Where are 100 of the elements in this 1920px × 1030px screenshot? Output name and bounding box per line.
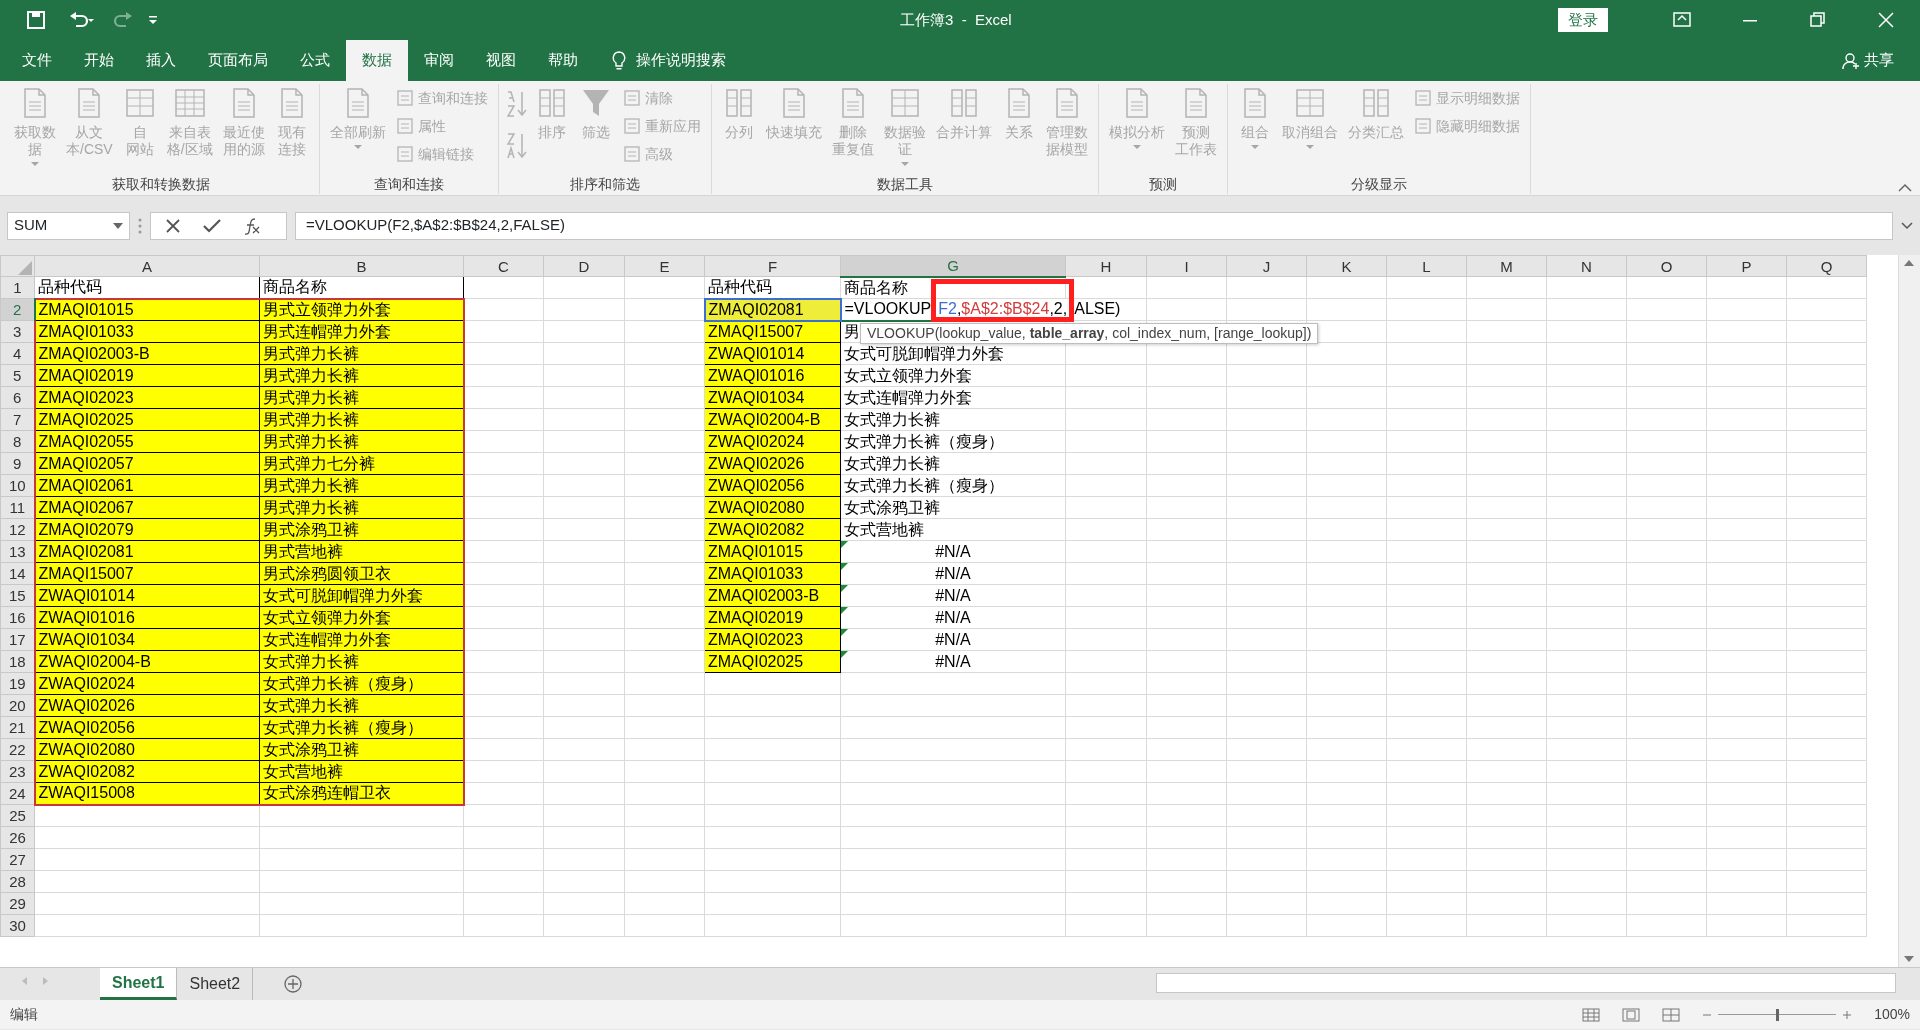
restore-icon[interactable] — [1808, 10, 1828, 30]
row-header[interactable]: 30 — [0, 914, 35, 937]
name-box[interactable]: SUM — [7, 211, 130, 240]
table-cell: ZWAQI01014 — [704, 342, 841, 365]
table-cell: #N/A — [840, 606, 1066, 629]
menu-tab[interactable]: 视图 — [470, 40, 532, 81]
menu-tab[interactable]: 公式 — [284, 40, 346, 81]
column-header[interactable]: I — [1146, 255, 1227, 277]
tell-me-search[interactable]: 操作说明搜索 — [636, 49, 726, 72]
menu-tab[interactable]: 文件 — [6, 40, 68, 81]
row-header[interactable]: 9 — [0, 452, 35, 475]
share-button[interactable]: 共享 — [1864, 49, 1894, 72]
table-cell: 女式连帽弹力外套 — [259, 628, 464, 651]
table-cell: ZMAQI02025 — [704, 650, 841, 673]
sheet-tab[interactable]: Sheet1 — [100, 968, 178, 1000]
error-indicator-icon — [841, 541, 848, 548]
column-header[interactable]: P — [1706, 255, 1787, 277]
close-icon[interactable] — [1876, 10, 1896, 30]
row-header[interactable]: 27 — [0, 848, 35, 871]
row-header[interactable]: 11 — [0, 496, 35, 519]
login-button[interactable]: 登录 — [1558, 7, 1608, 33]
group-label: 查询和连接 — [372, 175, 445, 194]
row-header[interactable]: 23 — [0, 760, 35, 783]
add-sheet-icon[interactable] — [283, 974, 304, 994]
menu-tab[interactable]: 数据 — [346, 40, 408, 81]
table-cell: 女式立领弹力外套 — [259, 606, 464, 629]
normal-view-icon[interactable] — [1582, 1007, 1601, 1022]
table-cell: 男式营地裤 — [259, 540, 464, 563]
column-header[interactable]: Q — [1786, 255, 1867, 277]
row-header[interactable]: 17 — [0, 628, 35, 651]
column-header[interactable]: G — [840, 255, 1066, 277]
table-cell: ZWAQI02080 — [704, 496, 841, 519]
column-header[interactable]: K — [1306, 255, 1387, 277]
column-header[interactable]: M — [1466, 255, 1547, 277]
table-cell: 男式连帽弹力外套 — [259, 320, 464, 343]
error-indicator-icon — [841, 607, 848, 614]
column-header[interactable]: H — [1065, 255, 1147, 277]
row-header[interactable]: 24 — [0, 782, 35, 805]
row-header[interactable]: 8 — [0, 430, 35, 453]
menu-tab[interactable]: 审阅 — [408, 40, 470, 81]
vertical-scrollbar[interactable] — [1898, 255, 1920, 967]
row-header[interactable]: 25 — [0, 804, 35, 827]
table-cell: ZMAQI02055 — [34, 430, 260, 453]
ribbon-display-icon[interactable] — [1672, 10, 1692, 30]
column-header[interactable]: O — [1626, 255, 1707, 277]
row-header[interactable]: 15 — [0, 584, 35, 607]
zoom-in-icon[interactable] — [1842, 1009, 1853, 1020]
row-header[interactable]: 12 — [0, 518, 35, 541]
row-header[interactable]: 13 — [0, 540, 35, 563]
row-header[interactable]: 19 — [0, 672, 35, 695]
column-header[interactable]: L — [1386, 255, 1467, 277]
undo-icon[interactable] — [68, 10, 94, 30]
menu-tab[interactable]: 开始 — [68, 40, 130, 81]
formula-field[interactable]: =VLOOKUP(F2,$A$2:$B$24,2,FALSE) — [295, 211, 1893, 240]
row-header[interactable]: 7 — [0, 408, 35, 431]
column-header[interactable]: F — [704, 255, 841, 277]
row-header[interactable]: 20 — [0, 694, 35, 717]
menu-tab[interactable]: 帮助 — [532, 40, 594, 81]
row-header[interactable]: 5 — [0, 364, 35, 387]
row-header[interactable]: 29 — [0, 892, 35, 915]
table-cell: 商品名称 — [840, 276, 1066, 299]
slider-thumb[interactable] — [1776, 1008, 1780, 1021]
column-header[interactable]: E — [624, 255, 705, 277]
save-icon[interactable] — [26, 10, 46, 30]
table-cell: ZWAQI02026 — [34, 694, 260, 717]
column-header[interactable]: N — [1546, 255, 1627, 277]
menu-tab[interactable]: 页面布局 — [192, 40, 284, 81]
page-layout-icon[interactable] — [1622, 1007, 1641, 1022]
column-header[interactable]: C — [463, 255, 544, 277]
row-header[interactable]: 16 — [0, 606, 35, 629]
row-header[interactable]: 21 — [0, 716, 35, 739]
table-cell: 女式弹力长裤（瘦身） — [259, 716, 464, 739]
cell-editor[interactable]: =VLOOKUP F2,$A$2:$B$24,2, ALSE) — [844, 299, 1121, 320]
table-icon — [172, 86, 207, 120]
row-header[interactable]: 22 — [0, 738, 35, 761]
row-header[interactable]: 26 — [0, 826, 35, 849]
horizontal-scrollbar[interactable] — [1156, 973, 1896, 993]
row-header[interactable]: 10 — [0, 474, 35, 497]
dropdown-icon[interactable] — [113, 222, 123, 229]
column-header[interactable]: B — [259, 255, 464, 277]
row-header[interactable]: 1 — [0, 276, 35, 299]
expand-icon[interactable] — [1901, 221, 1913, 230]
confirm-icon[interactable] — [203, 217, 221, 234]
row-header[interactable]: 18 — [0, 650, 35, 673]
menu-tab[interactable]: 插入 — [130, 40, 192, 81]
group-label: 数据工具 — [875, 175, 934, 194]
row-header[interactable]: 28 — [0, 870, 35, 893]
row-header[interactable]: 3 — [0, 320, 35, 343]
function-icon[interactable] — [243, 216, 261, 235]
column-header[interactable]: D — [543, 255, 625, 277]
row-header[interactable]: 6 — [0, 386, 35, 409]
row-header[interactable]: 2 — [0, 298, 35, 321]
cancel-icon[interactable] — [165, 217, 181, 234]
row-header[interactable]: 14 — [0, 562, 35, 585]
page-break-icon[interactable] — [1662, 1007, 1681, 1022]
customize-icon[interactable] — [148, 15, 158, 25]
table-cell: 男式弹力长裤 — [259, 386, 464, 409]
column-header[interactable]: J — [1226, 255, 1307, 277]
column-header[interactable]: A — [34, 255, 260, 277]
row-header[interactable]: 4 — [0, 342, 35, 365]
